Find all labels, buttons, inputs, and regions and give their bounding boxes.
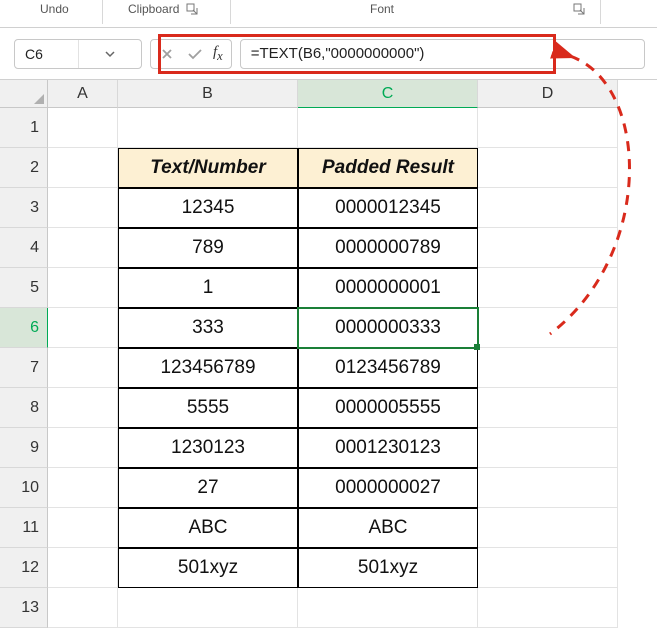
column-headers: A B C D	[48, 80, 657, 108]
row-header-5[interactable]: 5	[0, 268, 48, 308]
ribbon-group-font: Font	[370, 2, 394, 16]
table-header[interactable]: Text/Number	[118, 148, 298, 188]
cell[interactable]: 789	[118, 228, 298, 268]
cell-selected[interactable]: 0000000333	[298, 308, 478, 348]
row-header-10[interactable]: 10	[0, 468, 48, 508]
cell[interactable]	[48, 428, 118, 468]
confirm-icon[interactable]	[183, 42, 207, 66]
cell[interactable]	[48, 148, 118, 188]
cancel-icon[interactable]	[155, 42, 179, 66]
cell[interactable]	[478, 268, 618, 308]
font-launcher-icon[interactable]	[572, 2, 586, 16]
select-all-corner[interactable]	[0, 80, 48, 108]
cell[interactable]	[478, 588, 618, 628]
spreadsheet-grid[interactable]: A B C D 1 2 3 4 5 6 7 8 9 10 11 12 13 Te…	[0, 80, 657, 640]
cell[interactable]: 123456789	[118, 348, 298, 388]
formula-bar-row: C6 fx =TEXT(B6,"0000000000")	[0, 28, 657, 80]
ribbon-group-labels: Undo Clipboard Font	[0, 0, 657, 28]
cell[interactable]: 0000000789	[298, 228, 478, 268]
column-header-b[interactable]: B	[118, 80, 298, 108]
cell[interactable]: 501xyz	[118, 548, 298, 588]
cell[interactable]: 0000005555	[298, 388, 478, 428]
name-box[interactable]: C6	[14, 39, 142, 69]
cell[interactable]	[48, 388, 118, 428]
ribbon-separator	[102, 0, 103, 24]
ribbon-group-clipboard-label: Clipboard	[128, 2, 179, 16]
cell[interactable]	[48, 548, 118, 588]
cell[interactable]	[298, 108, 478, 148]
row-header-13[interactable]: 13	[0, 588, 48, 628]
cell[interactable]	[478, 228, 618, 268]
cell[interactable]	[48, 588, 118, 628]
cell[interactable]	[48, 348, 118, 388]
column-header-c[interactable]: C	[298, 80, 478, 108]
cell[interactable]	[478, 428, 618, 468]
cell[interactable]	[478, 108, 618, 148]
cell[interactable]: 1230123	[118, 428, 298, 468]
cell[interactable]	[48, 188, 118, 228]
formula-input[interactable]: =TEXT(B6,"0000000000")	[240, 39, 645, 69]
cell[interactable]: 27	[118, 468, 298, 508]
cell[interactable]	[478, 468, 618, 508]
column-header-a[interactable]: A	[48, 80, 118, 108]
name-box-dropdown-icon[interactable]	[78, 40, 142, 68]
cell[interactable]	[478, 388, 618, 428]
row-header-7[interactable]: 7	[0, 348, 48, 388]
cell[interactable]: 0000000001	[298, 268, 478, 308]
cell[interactable]	[478, 148, 618, 188]
formula-controls: fx	[150, 39, 232, 69]
row-header-3[interactable]: 3	[0, 188, 48, 228]
cell[interactable]: 501xyz	[298, 548, 478, 588]
cell[interactable]	[48, 268, 118, 308]
row-headers: 1 2 3 4 5 6 7 8 9 10 11 12 13	[0, 108, 48, 628]
cell[interactable]	[48, 468, 118, 508]
cell[interactable]: 5555	[118, 388, 298, 428]
cell[interactable]: ABC	[298, 508, 478, 548]
cell[interactable]	[118, 588, 298, 628]
cell[interactable]: 0001230123	[298, 428, 478, 468]
cell[interactable]	[478, 348, 618, 388]
cell[interactable]	[478, 188, 618, 228]
fx-icon[interactable]: fx	[213, 44, 223, 64]
clipboard-launcher-icon[interactable]	[185, 2, 199, 16]
cell-area: Text/Number Padded Result 12345000001234…	[48, 108, 618, 628]
row-header-12[interactable]: 12	[0, 548, 48, 588]
column-header-d[interactable]: D	[478, 80, 618, 108]
cell[interactable]	[118, 108, 298, 148]
cell[interactable]	[48, 228, 118, 268]
cell[interactable]: 0000012345	[298, 188, 478, 228]
cell[interactable]	[478, 548, 618, 588]
row-header-9[interactable]: 9	[0, 428, 48, 468]
cell[interactable]: 333	[118, 308, 298, 348]
cell[interactable]: 12345	[118, 188, 298, 228]
cell[interactable]	[478, 308, 618, 348]
cell[interactable]	[48, 508, 118, 548]
cell[interactable]: ABC	[118, 508, 298, 548]
formula-value: =TEXT(B6,"0000000000")	[251, 45, 425, 62]
name-box-value: C6	[15, 46, 78, 62]
cell[interactable]	[478, 508, 618, 548]
cell[interactable]: 0123456789	[298, 348, 478, 388]
cell[interactable]	[48, 308, 118, 348]
ribbon-group-undo-label: Undo	[40, 2, 69, 16]
cell[interactable]	[298, 588, 478, 628]
row-header-6[interactable]: 6	[0, 308, 48, 348]
table-header[interactable]: Padded Result	[298, 148, 478, 188]
row-header-1[interactable]: 1	[0, 108, 48, 148]
row-header-2[interactable]: 2	[0, 148, 48, 188]
ribbon-group-clipboard: Clipboard	[128, 2, 199, 16]
row-header-4[interactable]: 4	[0, 228, 48, 268]
cell[interactable]: 1	[118, 268, 298, 308]
ribbon-group-font-label: Font	[370, 2, 394, 16]
font-launcher	[572, 2, 586, 16]
ribbon-separator	[230, 0, 231, 24]
cell[interactable]	[48, 108, 118, 148]
row-header-8[interactable]: 8	[0, 388, 48, 428]
cell[interactable]: 0000000027	[298, 468, 478, 508]
ribbon-group-undo: Undo	[40, 2, 69, 16]
row-header-11[interactable]: 11	[0, 508, 48, 548]
ribbon-separator	[600, 0, 601, 24]
